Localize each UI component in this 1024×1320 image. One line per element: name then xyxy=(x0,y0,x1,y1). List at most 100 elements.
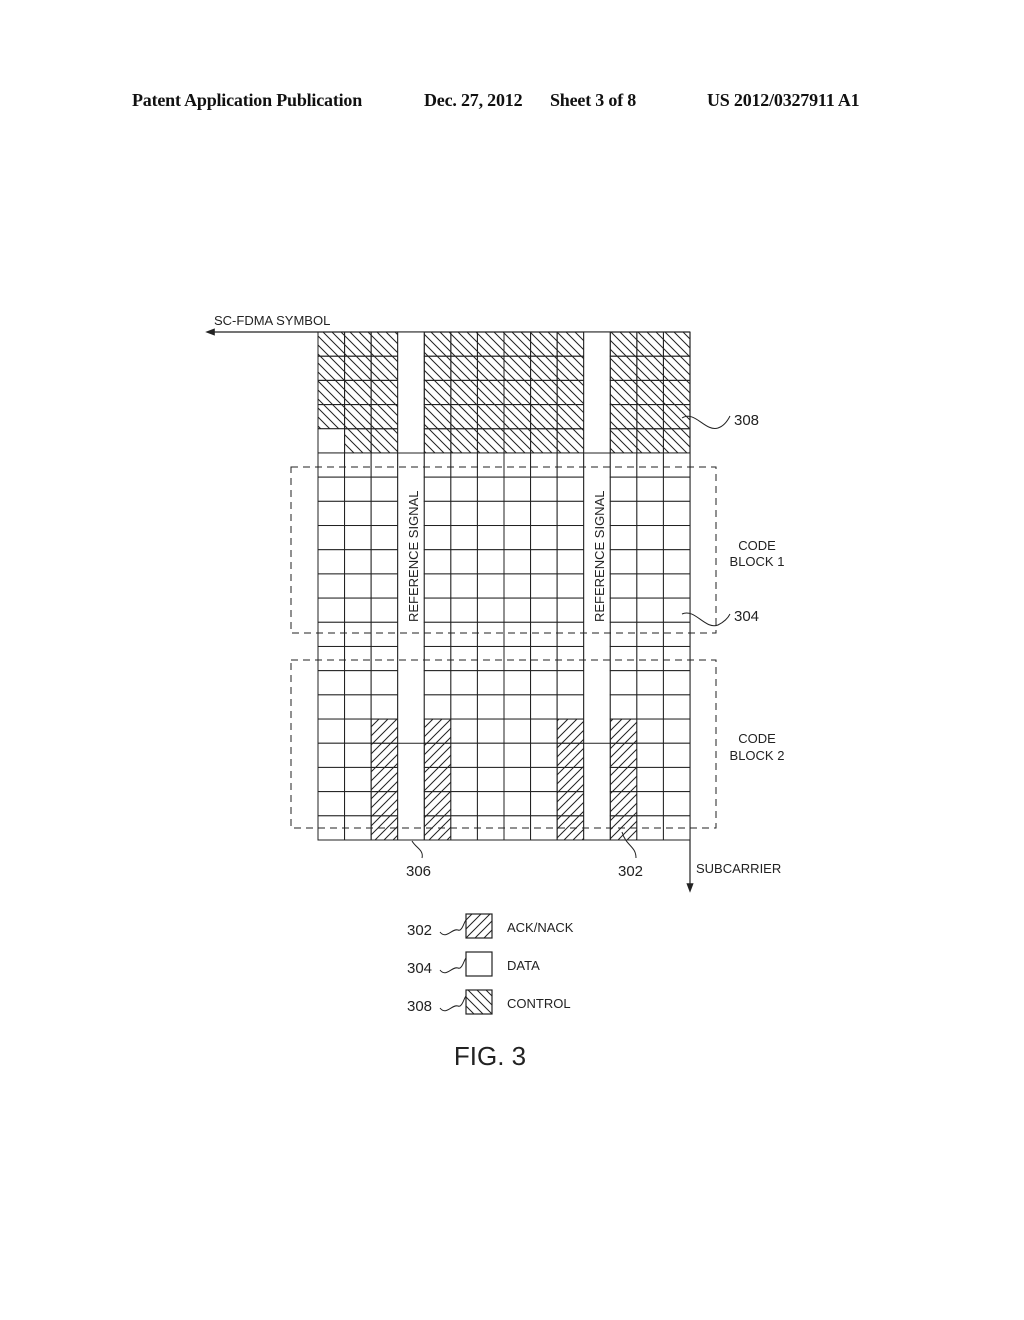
data-cell xyxy=(450,694,478,720)
data-cell xyxy=(556,500,585,527)
data-cell xyxy=(662,694,691,720)
data-cell xyxy=(344,766,372,793)
control-cell xyxy=(503,355,532,381)
ack-nack-cell xyxy=(423,742,452,768)
data-cell xyxy=(503,742,532,768)
data-cell xyxy=(609,500,638,527)
data-cell xyxy=(503,476,532,502)
control-cell xyxy=(344,404,372,430)
ack-nack-cell xyxy=(609,791,638,817)
data-cell xyxy=(662,645,691,672)
subcarrier-axis-label: SUBCARRIER xyxy=(696,861,781,876)
code-block-1-label-line1: CODE xyxy=(738,538,776,553)
control-cell xyxy=(662,331,691,357)
data-cell xyxy=(344,694,372,720)
data-cell xyxy=(370,597,399,623)
data-cell xyxy=(450,645,478,672)
control-cell xyxy=(317,355,346,381)
data-cell xyxy=(450,718,478,744)
control-cell xyxy=(317,404,346,430)
data-cell xyxy=(556,525,585,551)
data-cell xyxy=(636,621,664,647)
data-cell xyxy=(662,670,691,696)
control-cell xyxy=(662,428,691,454)
control-cell xyxy=(450,355,478,381)
data-cell xyxy=(317,597,346,623)
code-block-2-label-line1: CODE xyxy=(738,731,776,746)
data-cell xyxy=(423,525,452,551)
data-cell xyxy=(476,549,505,575)
data-cell xyxy=(370,549,399,575)
data-cell xyxy=(476,597,505,623)
data-cell xyxy=(423,670,452,696)
data-cell xyxy=(530,573,558,599)
data-cell xyxy=(556,694,585,720)
data-cell xyxy=(344,742,372,768)
reference-signal-label-2: REFERENCE SIGNAL xyxy=(592,491,607,622)
control-cell xyxy=(662,379,691,406)
control-cell xyxy=(370,428,399,454)
data-cell xyxy=(662,597,691,623)
control-cell xyxy=(450,379,478,406)
ack-nack-cell xyxy=(423,718,452,744)
data-cell xyxy=(476,452,505,478)
control-cell xyxy=(530,331,558,357)
data-cell xyxy=(370,621,399,647)
control-cell xyxy=(636,331,664,357)
data-cell xyxy=(317,718,346,744)
control-cell xyxy=(609,331,638,357)
control-cell xyxy=(556,428,585,454)
ack-nack-cell xyxy=(370,718,399,744)
legend-leader-304 xyxy=(439,957,467,974)
data-cell xyxy=(503,597,532,623)
data-cell xyxy=(530,500,558,527)
ack-nack-cell xyxy=(370,791,399,817)
data-cell xyxy=(530,766,558,793)
control-cell xyxy=(370,379,399,406)
control-cell xyxy=(476,355,505,381)
ref-302: 302 xyxy=(618,863,643,880)
data-cell xyxy=(609,597,638,623)
data-cell xyxy=(556,549,585,575)
data-cell xyxy=(344,525,372,551)
reference-signal-label-1: REFERENCE SIGNAL xyxy=(406,491,421,622)
data-cell xyxy=(476,645,505,672)
data-cell xyxy=(503,500,532,527)
data-cell xyxy=(370,694,399,720)
data-cell xyxy=(503,766,532,793)
code-block-2-label-line2: BLOCK 2 xyxy=(730,748,785,763)
control-cell xyxy=(344,355,372,381)
control-cell xyxy=(556,331,585,357)
control-cell xyxy=(476,331,505,357)
legend-leader-308 xyxy=(439,995,467,1012)
data-swatch-icon xyxy=(465,951,493,977)
data-cell xyxy=(370,452,399,478)
data-cell xyxy=(530,718,558,744)
control-cell xyxy=(609,379,638,406)
data-cell xyxy=(423,476,452,502)
ack-nack-cell xyxy=(556,766,585,793)
control-cell xyxy=(530,355,558,381)
data-cell xyxy=(476,500,505,527)
data-cell xyxy=(609,476,638,502)
control-cell xyxy=(503,379,532,406)
data-cell xyxy=(530,694,558,720)
data-cell xyxy=(317,500,346,527)
data-cell xyxy=(530,621,558,647)
control-cell xyxy=(636,379,664,406)
data-cell xyxy=(530,670,558,696)
data-cell xyxy=(662,549,691,575)
resource-grid xyxy=(317,331,691,841)
legend-ref-304: 304 xyxy=(407,960,432,977)
data-cell xyxy=(476,791,505,817)
data-cell xyxy=(317,452,346,478)
data-cell xyxy=(423,500,452,527)
data-cell xyxy=(662,573,691,599)
control-cell xyxy=(636,355,664,381)
control-swatch-icon xyxy=(465,989,493,1015)
data-cell xyxy=(636,694,664,720)
control-cell xyxy=(556,379,585,406)
control-cell xyxy=(636,404,664,430)
data-cell xyxy=(317,525,346,551)
data-cell xyxy=(636,742,664,768)
